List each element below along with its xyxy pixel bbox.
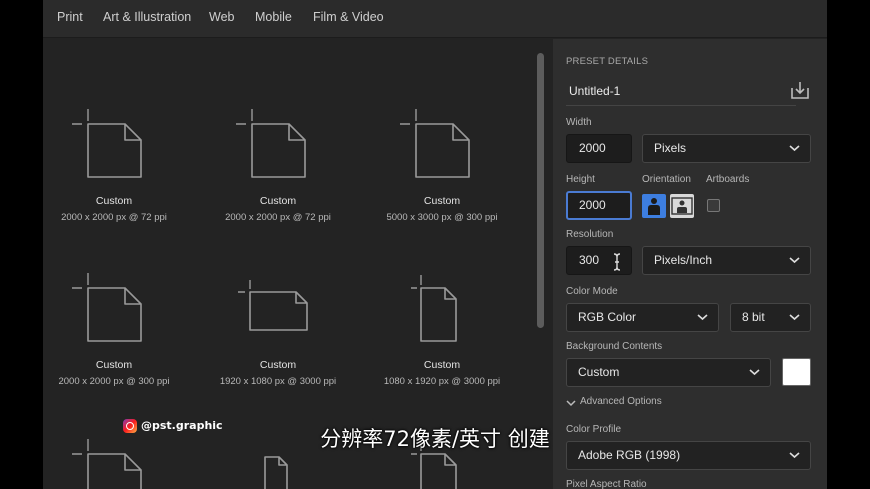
orientation-label: Orientation [642,174,691,185]
artboards-checkbox[interactable] [707,199,720,212]
bit-depth-select[interactable]: 8 bit [730,303,811,332]
chevron-down-icon [789,145,800,152]
blank-portrait-document-icon [411,275,457,342]
resolution-label: Resolution [566,229,614,240]
preset-card[interactable]: Custom 2000 x 2000 px @ 300 ppi [43,271,189,391]
background-contents-label: Background Contents [566,341,663,352]
preset-name: Custom [423,359,461,371]
preset-name: Custom [423,195,461,207]
chevron-down-icon [749,369,760,376]
resolution-value: 300 [579,253,600,267]
preset-spec: 1080 x 1920 px @ 3000 ppi [383,376,501,387]
section-title: PRESET DETAILS [566,56,649,67]
color-mode-select[interactable]: RGB Color [566,303,719,332]
width-input[interactable]: 2000 [566,134,632,163]
pixel-aspect-ratio-label: Pixel Aspect Ratio [566,479,647,489]
preset-grid: Custom 2000 x 2000 px @ 72 ppi Custom 20… [43,39,547,489]
preset-spec: 2000 x 2000 px @ 300 ppi [58,376,170,387]
resolution-input[interactable]: 300 [566,246,632,275]
width-unit-value: Pixels [654,141,687,155]
height-input[interactable]: 2000 [566,191,632,220]
chevron-down-icon [566,400,576,407]
preset-name: Custom [259,359,297,371]
preset-spec: 5000 x 3000 px @ 300 ppi [386,212,498,223]
preset-details-panel: PRESET DETAILS Untitled-1 Width 2000 Pix… [553,39,827,489]
preset-name: Custom [259,195,297,207]
portrait-orientation-button[interactable] [642,194,666,218]
tab-mobile[interactable]: Mobile [255,10,292,24]
portrait-person-icon [648,198,660,215]
preset-card[interactable]: Custom 1080 x 1920 px @ 3000 ppi [367,271,517,391]
height-label: Height [566,174,595,185]
chevron-down-icon [789,257,800,264]
preset-card[interactable]: Custom 5000 x 3000 px @ 300 ppi [367,107,517,227]
bit-depth-value: 8 bit [742,310,765,324]
width-unit-select[interactable]: Pixels [642,134,811,163]
chevron-down-icon [789,314,800,321]
background-contents-value: Custom [578,365,620,379]
preset-spec: 1920 x 1080 px @ 3000 ppi [219,376,337,387]
blank-document-icon [72,109,142,178]
tab-print[interactable]: Print [57,10,83,24]
tab-film-video[interactable]: Film & Video [313,10,384,24]
tab-web[interactable]: Web [209,10,234,24]
width-label: Width [566,117,592,128]
background-contents-select[interactable]: Custom [566,358,771,387]
blank-document-icon [72,273,142,342]
tab-art-illustration[interactable]: Art & Illustration [103,10,191,24]
background-color-swatch[interactable] [782,358,811,386]
preset-card[interactable]: Custom 2000 x 2000 px @ 72 ppi [43,107,189,227]
advanced-options-label: Advanced Options [580,396,662,407]
subtitle-text: 分辨率72像素/英寸 创建 [320,427,550,451]
artboards-label: Artboards [706,174,750,185]
chevron-down-icon [697,314,708,321]
color-mode-value: RGB Color [578,310,637,324]
blank-document-icon [264,456,288,489]
resolution-unit-select[interactable]: Pixels/Inch [642,246,811,275]
preset-spec: 2000 x 2000 px @ 72 ppi [225,212,331,223]
video-subtitle: 分辨率72像素/英寸 创建 [0,423,870,453]
document-name-field[interactable]: Untitled-1 [566,82,796,106]
preset-name: Custom [95,195,133,207]
resolution-unit-value: Pixels/Inch [654,253,713,267]
new-document-dialog: Print Art & Illustration Web Mobile Film… [43,0,827,489]
landscape-person-icon [671,197,693,215]
preset-spec: 2000 x 2000 px @ 72 ppi [61,212,167,223]
preset-card[interactable]: Custom 2000 x 2000 px @ 72 ppi [203,107,353,227]
preset-name: Custom [95,359,133,371]
scrollbar-thumb[interactable] [537,53,544,328]
blank-document-icon [236,109,306,178]
blank-document-icon [400,109,470,178]
landscape-orientation-button[interactable] [670,194,694,218]
preset-card[interactable]: Custom 1920 x 1080 px @ 3000 ppi [203,271,353,391]
color-mode-label: Color Mode [566,286,618,297]
blank-landscape-document-icon [238,280,308,331]
preset-category-tabs: Print Art & Illustration Web Mobile Film… [43,0,827,38]
save-preset-icon[interactable] [789,79,811,101]
text-cursor-icon [613,253,621,271]
